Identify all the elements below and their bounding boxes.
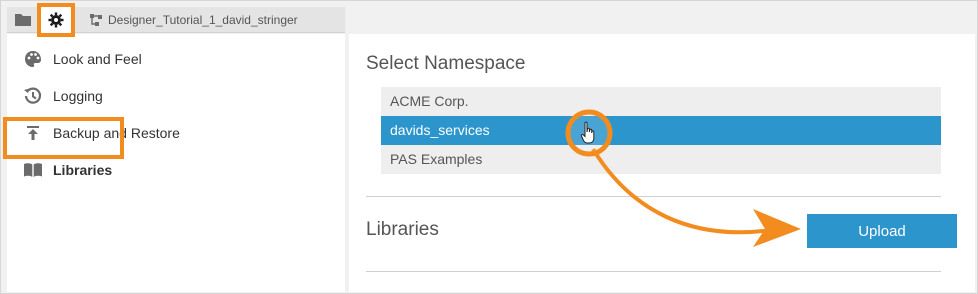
folder-icon[interactable] — [14, 12, 32, 28]
namespace-section-title: Select Namespace — [366, 53, 526, 74]
sidebar-item-label: Look and Feel — [53, 51, 142, 67]
project-tab[interactable]: Designer_Tutorial_1_david_stringer — [89, 12, 298, 28]
upload-button[interactable]: Upload — [807, 214, 957, 248]
settings-button[interactable] — [37, 3, 75, 37]
sidebar-item-look-and-feel[interactable]: Look and Feel — [7, 41, 345, 77]
history-icon — [22, 85, 44, 107]
project-tree-icon — [90, 14, 102, 26]
gear-icon — [48, 12, 64, 28]
section-divider — [366, 271, 941, 272]
project-name: Designer_Tutorial_1_david_stringer — [108, 13, 298, 27]
book-icon — [22, 159, 44, 181]
namespace-list: ACME Corp. davids_services PAS Examples — [381, 87, 941, 174]
main-panel: Select Namespace ACME Corp. davids_servi… — [349, 34, 975, 292]
sidebar-item-label: Libraries — [53, 162, 113, 178]
settings-sidebar: Look and Feel Logging Backup and Restore — [7, 34, 345, 292]
namespace-item-selected[interactable]: davids_services — [381, 116, 941, 145]
sidebar-item-libraries[interactable]: Libraries — [7, 152, 345, 188]
sidebar-item-logging[interactable]: Logging — [7, 78, 345, 114]
sidebar-item-backup-and-restore[interactable]: Backup and Restore — [7, 115, 345, 151]
namespace-item[interactable]: ACME Corp. — [381, 87, 941, 116]
app-frame: Designer_Tutorial_1_david_stringer Look … — [0, 0, 978, 294]
palette-icon — [22, 48, 44, 70]
section-divider — [366, 196, 941, 197]
libraries-section-title: Libraries — [366, 219, 439, 240]
upload-arrow-icon — [22, 122, 44, 144]
sidebar-item-label: Backup and Restore — [53, 125, 180, 141]
namespace-item[interactable]: PAS Examples — [381, 145, 941, 174]
sidebar-item-label: Logging — [53, 88, 103, 104]
